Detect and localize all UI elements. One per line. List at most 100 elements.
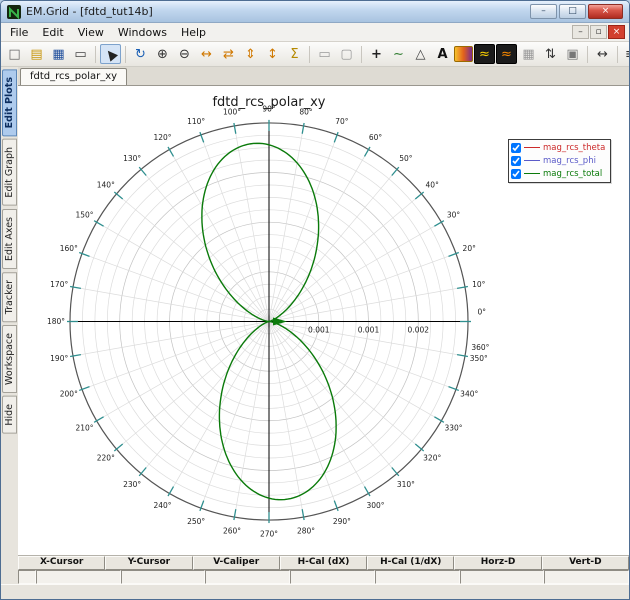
polar-grid-spoke (268, 193, 422, 322)
grid-dashed-button[interactable]: ▦ (518, 44, 539, 64)
doc-restore-button[interactable]: ▫ (590, 25, 607, 39)
angle-label-140: 140° (97, 180, 115, 189)
title-bar: EM.Grid - [fdtd_tut14b] – □ × (1, 1, 629, 23)
zoom-out-button[interactable]: ⊖ (174, 44, 195, 64)
maximize-button[interactable]: □ (559, 4, 586, 19)
menu-items: File Edit View Windows Help (3, 25, 213, 40)
angle-label-320: 320° (423, 454, 441, 463)
angle-label-180: 180° (47, 317, 65, 326)
polar-grid-spoke (268, 321, 422, 450)
waveform-orange-icon: ≈ (501, 46, 512, 62)
angle-label-50: 50° (399, 154, 413, 163)
minimize-button[interactable]: – (530, 4, 557, 19)
new-document-button[interactable]: □ (4, 44, 25, 64)
doc-tab-fdtd-rcs-polar-xy[interactable]: fdtd_rcs_polar_xy (20, 68, 128, 85)
text-tool-button[interactable]: A (432, 44, 453, 64)
print-button[interactable]: ▭ (70, 44, 91, 64)
fit-width-button[interactable]: ↔ (196, 44, 217, 64)
legend-item-mag-rcs-phi: mag_rcs_phi (511, 154, 605, 167)
sidebar-tab-edit-axes[interactable]: Edit Axes (2, 208, 17, 269)
save-button[interactable]: ▦ (48, 44, 69, 64)
polar-grid-spoke (81, 253, 270, 322)
angle-label-0: 0° (478, 308, 487, 317)
select-box-button[interactable]: ▭ (314, 44, 335, 64)
frame-icon: ▣ (566, 46, 579, 62)
layout-button[interactable]: ≡Layou... (622, 44, 629, 64)
menu-help[interactable]: Help (174, 25, 213, 40)
toolbar-separator (95, 45, 96, 63)
status-cell-x-cursor (36, 570, 121, 584)
angle-tick (301, 122, 305, 134)
document-window-controls: – ▫ × (572, 25, 627, 39)
zoom-in-icon: ⊕ (157, 46, 168, 62)
sum-button[interactable]: Σ (284, 44, 305, 64)
pointer-button[interactable]: ▲ (100, 44, 121, 64)
waveform-yellow-button[interactable]: ≈ (474, 44, 495, 64)
legend-checkbox-mag-rcs-total[interactable] (511, 168, 521, 179)
curve-button[interactable]: ∼ (388, 44, 409, 64)
select-box-icon: ▭ (318, 46, 331, 62)
zoom-in-button[interactable]: ⊕ (152, 44, 173, 64)
sidebar-tab-edit-graph[interactable]: Edit Graph (2, 139, 17, 206)
fit-height-button[interactable]: ⇕ (240, 44, 261, 64)
crosshair-button[interactable]: + (366, 44, 387, 64)
sidebar-tab-hide[interactable]: Hide (2, 396, 17, 434)
polar-grid-spoke (268, 253, 457, 322)
doc-minimize-button[interactable]: – (572, 25, 589, 39)
expand-vertical-icon: ↕ (267, 46, 278, 62)
legend-checkbox-mag-rcs-phi[interactable] (511, 155, 521, 166)
status-header-h-cal-dx: H-Cal (dX) (279, 556, 368, 570)
polar-grid-spoke (116, 193, 270, 322)
menu-view[interactable]: View (71, 25, 111, 40)
angle-label-350: 350° (470, 354, 488, 363)
status-cell-h-cal-1-dx (374, 570, 460, 584)
menu-windows[interactable]: Windows (111, 25, 174, 40)
sidebar-tab-edit-plots[interactable]: Edit Plots (2, 69, 17, 137)
angle-label-70: 70° (335, 117, 349, 126)
doc-close-button[interactable]: × (608, 25, 625, 39)
open-file-button[interactable]: ▤ (26, 44, 47, 64)
legend-label: mag_rcs_total (543, 168, 603, 179)
menu-edit[interactable]: Edit (35, 25, 70, 40)
angle-label-300: 300° (366, 501, 384, 510)
polar-grid-spoke (140, 321, 270, 474)
angle-label-170: 170° (50, 280, 68, 289)
waveform-yellow-icon: ≈ (479, 46, 490, 62)
refresh-button[interactable]: ↻ (130, 44, 151, 64)
angle-tick (69, 353, 82, 358)
angle-label-260: 260° (223, 526, 241, 535)
legend-line-sample (524, 173, 540, 174)
legend-checkbox-mag-rcs-theta[interactable] (511, 142, 521, 153)
frame-button[interactable]: ▣ (562, 44, 583, 64)
expand-vertical-button[interactable]: ↕ (262, 44, 283, 64)
menu-file[interactable]: File (3, 25, 35, 40)
angle-tick (233, 509, 237, 521)
angle-label-210: 210° (75, 423, 93, 432)
menu-bar: File Edit View Windows Help – ▫ × (1, 23, 629, 42)
status-header-h-cal-1-dx: H-Cal (1/dX) (367, 556, 455, 570)
angle-label-130: 130° (123, 154, 141, 163)
angle-tick (233, 122, 237, 134)
window-controls: – □ × (530, 4, 623, 19)
marker-triangle-button[interactable]: △ (410, 44, 431, 64)
link-horizontal-button[interactable]: ↔ (592, 44, 613, 64)
close-button[interactable]: × (588, 4, 623, 19)
angle-tick (456, 353, 469, 358)
sum-icon: Σ (290, 46, 299, 62)
sidebar-tab-workspace[interactable]: Workspace (2, 325, 17, 394)
legend-item-mag-rcs-theta: mag_rcs_theta (511, 141, 605, 154)
sidebar-tab-tracker[interactable]: Tracker (2, 271, 17, 323)
waveform-orange-button[interactable]: ≈ (496, 44, 517, 64)
crosshair-icon: + (371, 46, 382, 62)
toolbar-separator (309, 45, 310, 63)
status-cell-h-cal-dx (290, 570, 375, 584)
slider-vertical-button[interactable]: ⇅ (540, 44, 561, 64)
colormap-button[interactable] (454, 46, 473, 62)
angle-label-20: 20° (463, 244, 477, 253)
legend: mag_rcs_theta mag_rcs_phi mag_rcs_total (508, 139, 612, 183)
radial-label-2: 0.002 (408, 325, 430, 334)
grid-dashed-icon: ▦ (522, 46, 535, 62)
fit-range-button[interactable]: ⇄ (218, 44, 239, 64)
select-dashed-button[interactable]: ▢ (336, 44, 357, 64)
angle-label-250: 250° (187, 517, 205, 526)
